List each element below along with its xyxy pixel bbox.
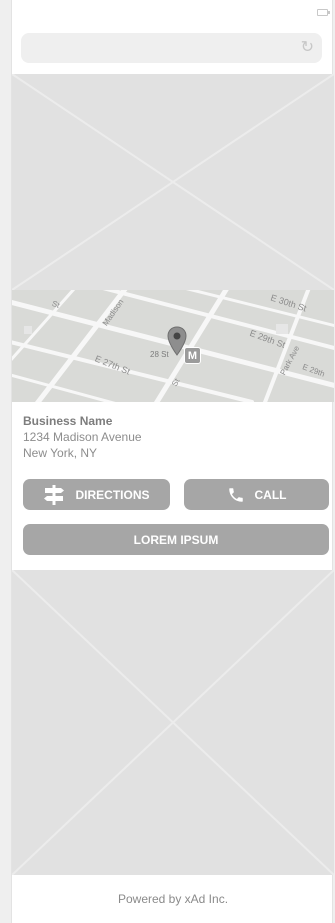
subway-marker: M — [184, 347, 201, 364]
directions-button[interactable]: DIRECTIONS — [23, 479, 170, 510]
status-bar — [12, 0, 332, 22]
subway-label: M — [187, 350, 198, 362]
business-name: Business Name — [23, 414, 113, 428]
image-placeholder-bottom — [12, 570, 334, 875]
business-address-line2: New York, NY — [23, 446, 98, 460]
signpost-icon — [43, 484, 65, 505]
map-street-label: 28 St — [150, 350, 169, 359]
business-address-line1: 1234 Madison Avenue — [23, 430, 142, 444]
call-label: CALL — [254, 487, 287, 502]
directions-label: DIRECTIONS — [75, 487, 150, 502]
reload-icon[interactable]: ↻ — [301, 39, 314, 57]
mobile-frame: ↻ E 30th St E 29th St E 27th St 28 St Ma… — [11, 0, 334, 923]
address-bar[interactable]: ↻ — [21, 33, 322, 63]
battery-icon — [317, 9, 330, 16]
phone-icon — [227, 486, 245, 504]
call-button[interactable]: CALL — [184, 479, 329, 510]
image-placeholder-top — [12, 74, 334, 290]
powered-by-text: Powered by xAd Inc. — [117, 892, 229, 906]
lorem-ipsum-label: LOREM IPSUM — [133, 532, 219, 547]
footer: Powered by xAd Inc. — [12, 875, 334, 923]
business-info: Business Name 1234 Madison Avenue New Yo… — [23, 413, 142, 461]
map-view[interactable]: E 30th St E 29th St E 27th St 28 St Madi… — [12, 290, 334, 402]
lorem-ipsum-button[interactable]: LOREM IPSUM — [23, 524, 329, 555]
